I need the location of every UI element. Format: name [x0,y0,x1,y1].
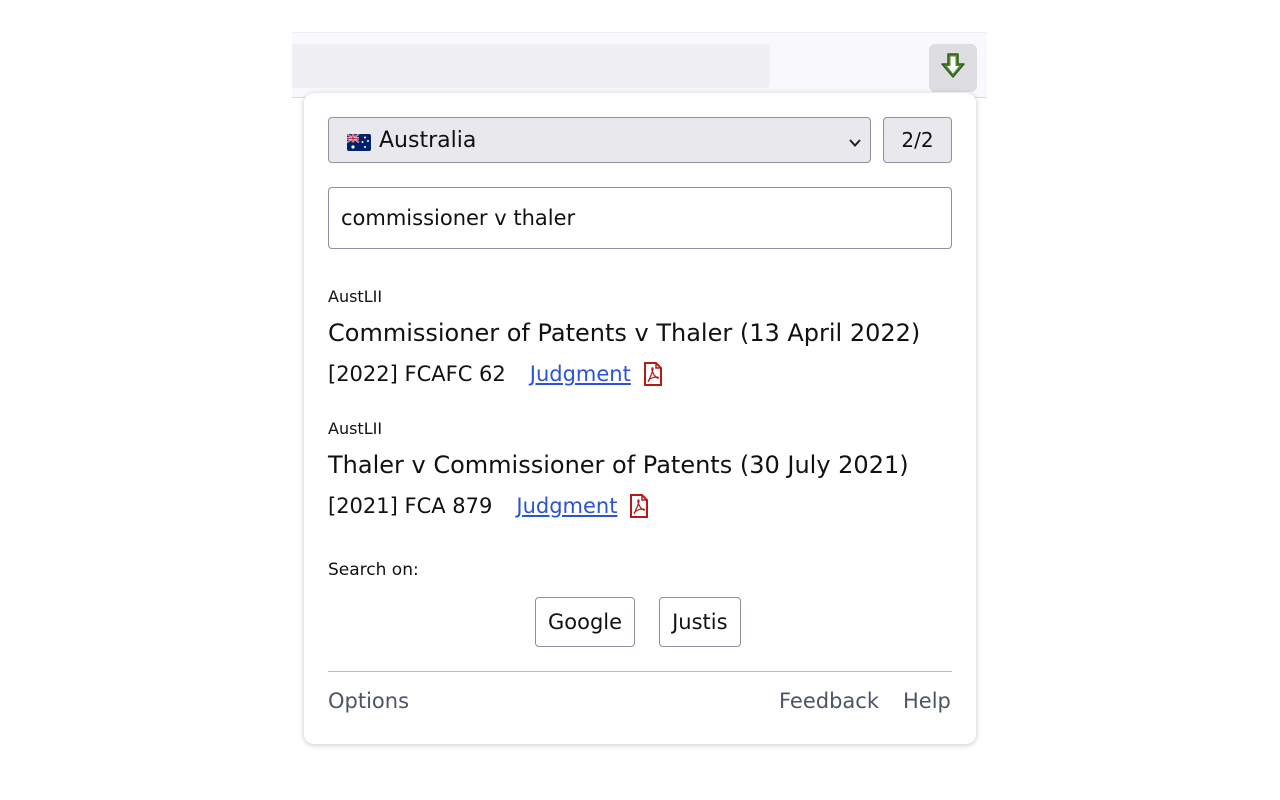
google-search-button[interactable]: Google [535,597,636,647]
country-select[interactable]: Australia [328,117,871,163]
search-input[interactable] [328,187,952,249]
judgment-link[interactable]: Judgment [516,491,617,521]
options-link[interactable]: Options [328,689,409,713]
result-item: AustLII Commissioner of Patents v Thaler… [328,287,958,389]
address-bar[interactable] [292,44,770,88]
result-citation: [2022] FCAFC 62 [328,362,506,386]
search-on-label: Search on: [328,560,419,580]
extension-button[interactable] [929,44,977,92]
chevron-down-icon [848,132,862,157]
pdf-icon[interactable] [629,494,649,518]
result-source: AustLII [328,287,383,306]
country-select-value: Australia [379,127,477,153]
result-meta: [2021] FCA 879 Judgment [328,491,958,521]
page-counter-button[interactable]: 2/2 [883,117,952,163]
result-title[interactable]: Commissioner of Patents v Thaler (13 Apr… [328,317,958,349]
extension-popup: Australia 2/2 AustLII Commissioner of Pa… [304,93,976,744]
result-item: AustLII Thaler v Commissioner of Patents… [328,419,958,521]
feedback-link[interactable]: Feedback [779,689,879,713]
result-citation: [2021] FCA 879 [328,494,493,518]
australia-flag-icon [346,132,371,151]
footer-divider [328,671,952,672]
result-meta: [2022] FCAFC 62 Judgment [328,359,958,389]
pdf-icon[interactable] [643,362,663,386]
search-engine-buttons: Google Justis [535,597,741,647]
result-source: AustLII [328,419,383,438]
result-title[interactable]: Thaler v Commissioner of Patents (30 Jul… [328,449,958,481]
help-link[interactable]: Help [903,689,951,713]
judgment-link[interactable]: Judgment [530,359,631,389]
download-arrow-icon [940,52,966,84]
justis-search-button[interactable]: Justis [659,597,741,647]
